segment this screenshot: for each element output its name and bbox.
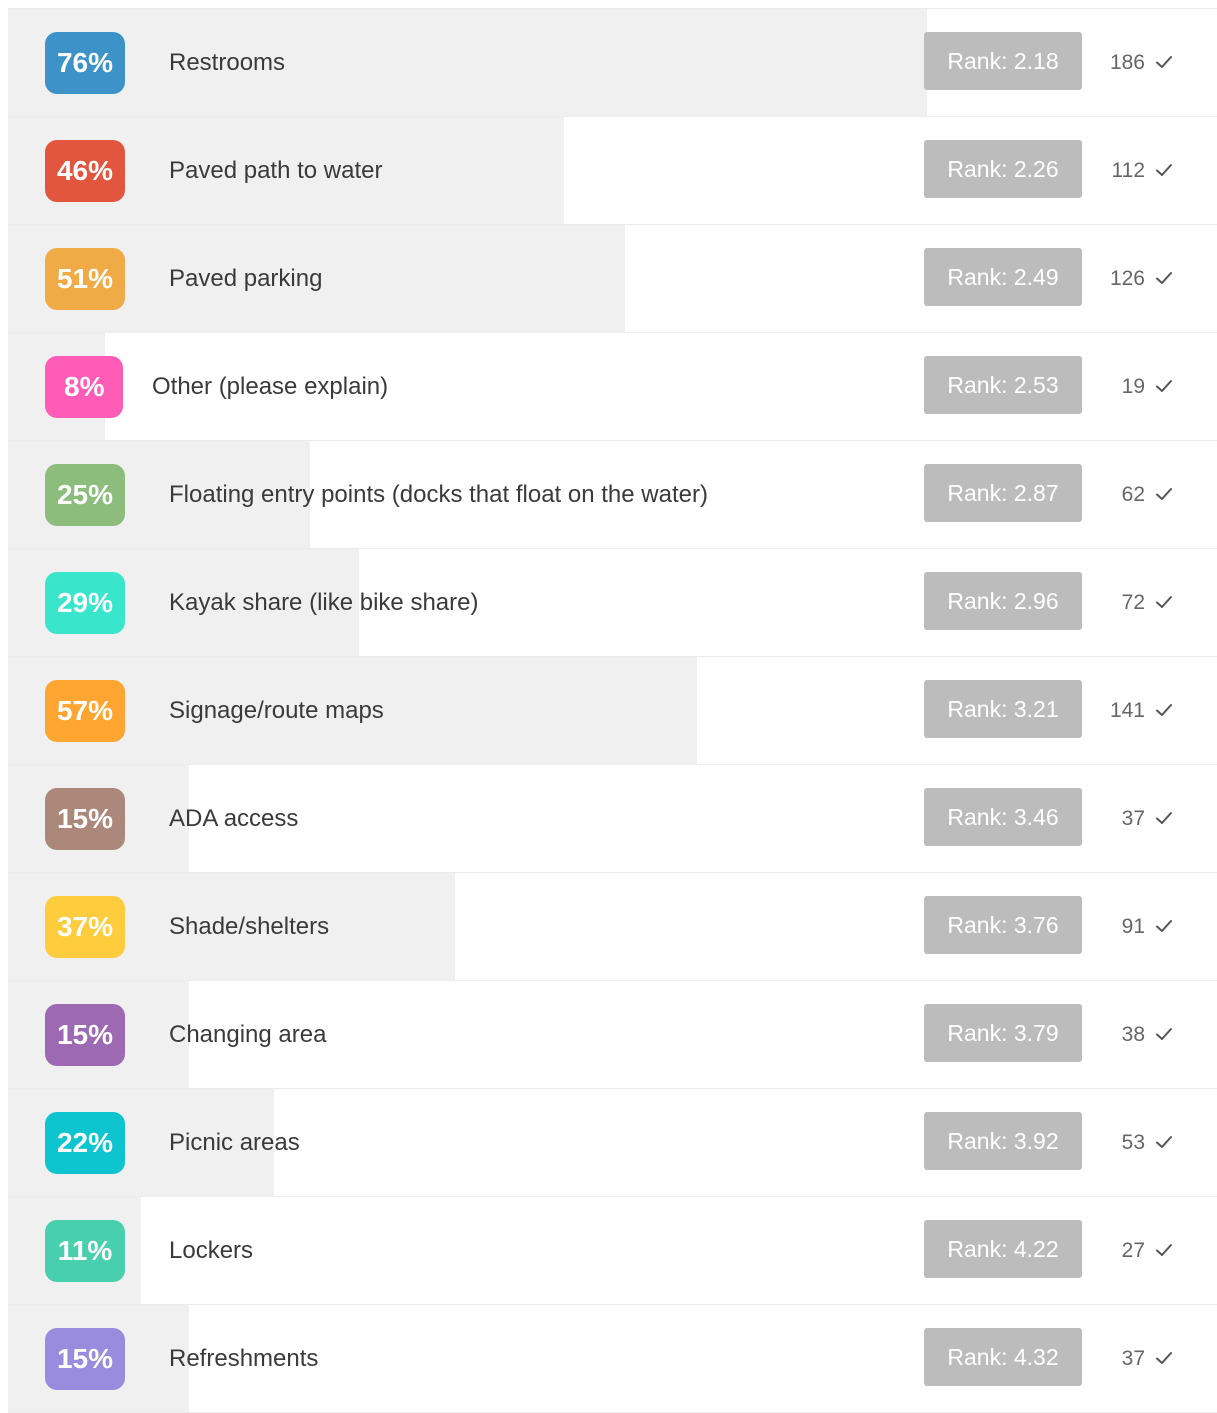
- rank-value: Rank: 3.21: [924, 680, 1082, 738]
- percent-badge: 51%: [45, 248, 125, 310]
- check-icon: [1156, 920, 1172, 932]
- response-count: 62: [1121, 483, 1145, 506]
- result-row[interactable]: 15% Refreshments Rank: 4.32 37: [8, 1305, 1217, 1413]
- percent-badge: 57%: [45, 680, 125, 742]
- response-count: 141: [1109, 699, 1145, 722]
- option-label: Lockers: [169, 1237, 254, 1264]
- result-row[interactable]: 46% Paved path to water Rank: 2.26 112: [8, 117, 1217, 225]
- option-label: Floating entry points (docks that float …: [169, 481, 708, 508]
- result-row[interactable]: 8% Other (please explain) Rank: 2.53 19: [8, 333, 1217, 441]
- option-label: Paved parking: [169, 265, 323, 292]
- response-count: 38: [1121, 1023, 1145, 1046]
- result-row[interactable]: 15% Changing area Rank: 3.79 38: [8, 981, 1217, 1089]
- option-label: Refreshments: [169, 1345, 319, 1372]
- check-icon: [1156, 1136, 1172, 1148]
- ranking-results-list: 76% Restrooms Rank: 2.18 186 46% Paved path t…: [8, 8, 1217, 1413]
- check-icon: [1156, 1244, 1172, 1256]
- rank-value: Rank: 2.18: [924, 32, 1082, 90]
- option-label: ADA access: [169, 805, 299, 832]
- percent-badge: 11%: [45, 1220, 125, 1282]
- percent-badge: 46%: [45, 140, 125, 202]
- response-count: 19: [1121, 375, 1145, 398]
- option-label: Restrooms: [169, 49, 286, 76]
- check-icon: [1156, 704, 1172, 716]
- response-count: 91: [1121, 915, 1145, 938]
- check-icon: [1156, 272, 1172, 284]
- percent-badge: 22%: [45, 1112, 125, 1174]
- percent-badge: 29%: [45, 572, 125, 634]
- rank-value: Rank: 2.49: [924, 248, 1082, 306]
- percent-badge: 37%: [45, 896, 125, 958]
- rank-value: Rank: 3.79: [924, 1004, 1082, 1062]
- result-row[interactable]: 15% ADA access Rank: 3.46 37: [8, 765, 1217, 873]
- result-row[interactable]: 51% Paved parking Rank: 2.49 126: [8, 225, 1217, 333]
- rank-value: Rank: 4.32: [924, 1328, 1082, 1386]
- response-count: 27: [1121, 1239, 1145, 1262]
- result-row[interactable]: 11% Lockers Rank: 4.22 27: [8, 1197, 1217, 1305]
- percent-badge: 8%: [45, 356, 124, 418]
- result-row[interactable]: 76% Restrooms Rank: 2.18 186: [8, 8, 1217, 117]
- percent-badge: 15%: [45, 1328, 125, 1390]
- response-count: 186: [1109, 51, 1145, 74]
- percent-badge: 15%: [45, 788, 125, 850]
- check-icon: [1156, 380, 1172, 392]
- option-label: Kayak share (like bike share): [169, 589, 479, 616]
- response-count: 37: [1121, 807, 1145, 830]
- percent-badge: 76%: [45, 32, 125, 94]
- rank-value: Rank: 3.92: [924, 1112, 1082, 1170]
- option-label: Paved path to water: [169, 157, 383, 184]
- check-icon: [1156, 164, 1172, 176]
- percent-badge: 15%: [45, 1004, 125, 1066]
- rank-value: Rank: 2.96: [924, 572, 1082, 630]
- check-icon: [1156, 812, 1172, 824]
- result-row[interactable]: 25% Floating entry points (docks that flo…: [8, 441, 1217, 549]
- response-count: 53: [1121, 1131, 1145, 1154]
- percent-bar: [8, 9, 927, 116]
- rank-value: Rank: 4.22: [924, 1220, 1082, 1278]
- option-label: Changing area: [169, 1021, 327, 1048]
- rank-value: Rank: 2.87: [924, 464, 1082, 522]
- check-icon: [1156, 1028, 1172, 1040]
- result-row[interactable]: 22% Picnic areas Rank: 3.92 53: [8, 1089, 1217, 1197]
- response-count: 126: [1109, 267, 1145, 290]
- rank-value: Rank: 3.46: [924, 788, 1082, 846]
- result-row[interactable]: 37% Shade/shelters Rank: 3.76 91: [8, 873, 1217, 981]
- result-row[interactable]: 29% Kayak share (like bike share) Rank: 2.…: [8, 549, 1217, 657]
- option-label: Other (please explain): [152, 373, 389, 400]
- result-row[interactable]: 57% Signage/route maps Rank: 3.21 141: [8, 657, 1217, 765]
- check-icon: [1156, 1352, 1172, 1364]
- option-label: Shade/shelters: [169, 913, 330, 940]
- response-count: 37: [1121, 1347, 1145, 1370]
- rank-value: Rank: 3.76: [924, 896, 1082, 954]
- rank-value: Rank: 2.53: [924, 356, 1082, 414]
- rank-value: Rank: 2.26: [924, 140, 1082, 198]
- response-count: 112: [1111, 159, 1145, 182]
- response-count: 72: [1121, 591, 1145, 614]
- option-label: Signage/route maps: [169, 697, 384, 724]
- check-icon: [1156, 488, 1172, 500]
- option-label: Picnic areas: [169, 1129, 300, 1156]
- percent-badge: 25%: [45, 464, 125, 526]
- check-icon: [1156, 596, 1172, 608]
- check-icon: [1156, 56, 1172, 68]
